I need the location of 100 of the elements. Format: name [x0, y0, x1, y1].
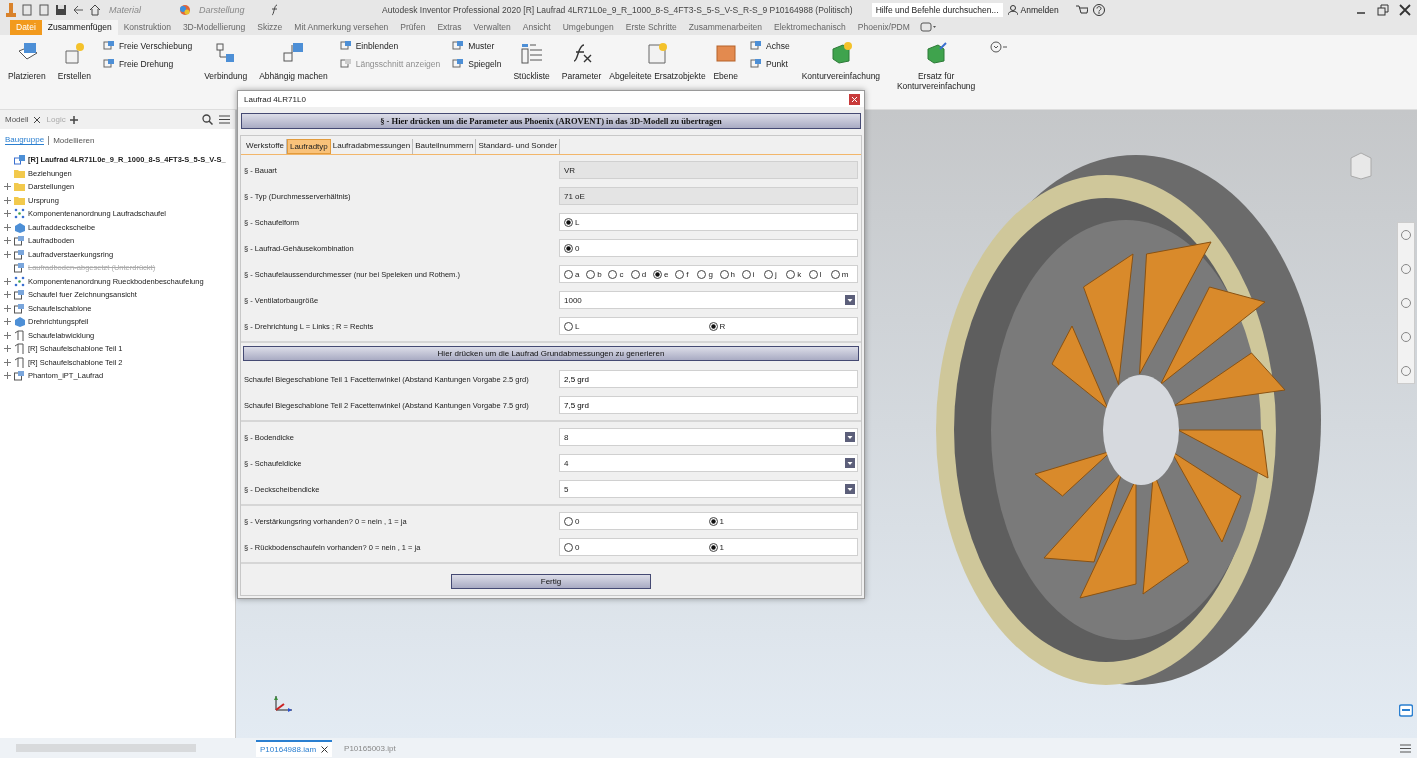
radio-button[interactable]: [564, 542, 573, 552]
ribbon-tab[interactable]: Konstruktion: [117, 20, 177, 35]
ribbon-tab[interactable]: Mit Anmerkung versehen: [288, 20, 395, 35]
radio-button[interactable]: [830, 269, 840, 279]
ribbon-button[interactable]: Spiegeln: [450, 57, 504, 71]
radio-option[interactable]: 0: [564, 516, 709, 526]
expand-icon[interactable]: [4, 277, 11, 285]
radio-option[interactable]: c: [608, 269, 631, 279]
input-field[interactable]: 2,5 grd: [559, 370, 858, 388]
menu-icon[interactable]: [219, 114, 230, 125]
radio-button[interactable]: [708, 542, 718, 552]
home-icon[interactable]: [89, 4, 101, 16]
done-button[interactable]: Fertig: [451, 574, 651, 589]
radio-button[interactable]: [608, 269, 618, 279]
radio-button[interactable]: [708, 516, 718, 526]
search-icon[interactable]: [202, 114, 213, 125]
radio-button[interactable]: [697, 269, 707, 279]
ribbon-button[interactable]: Freie Verschiebung: [100, 39, 195, 53]
ribbon-tab[interactable]: Zusammenfügen: [41, 20, 118, 35]
radio-option[interactable]: f: [675, 269, 698, 279]
ribbon-button[interactable]: Freie Drehung: [100, 57, 195, 71]
ribbon-tab[interactable]: Umgebungen: [556, 20, 620, 35]
help-search-field[interactable]: Hilfe und Befehle durchsuchen...: [871, 3, 1003, 17]
panel-toggle-icon[interactable]: [919, 22, 936, 32]
ribbon-tab[interactable]: Zusammenarbeiten: [682, 20, 768, 35]
ribbon-button[interactable]: Abhängig machen: [257, 39, 330, 83]
ribbon-tab[interactable]: 3D-Modellierung: [176, 20, 252, 35]
ribbon-button[interactable]: Parameter: [559, 39, 604, 83]
dropdown[interactable]: 1000: [559, 291, 858, 309]
radio-option[interactable]: d: [630, 269, 653, 279]
radio-button[interactable]: [630, 269, 640, 279]
expand-icon[interactable]: [4, 237, 11, 245]
mode-link[interactable]: Modellieren: [53, 135, 95, 145]
radio-button[interactable]: [719, 269, 729, 279]
ribbon-button[interactable]: Muster: [450, 39, 504, 53]
radio-button[interactable]: [564, 321, 573, 331]
expand-icon[interactable]: [4, 318, 11, 326]
radio-option[interactable]: m: [830, 269, 853, 279]
dialog-tab[interactable]: Werkstoffe: [244, 139, 287, 154]
radio-button[interactable]: [764, 269, 774, 279]
input-field[interactable]: 7,5 grd: [559, 396, 858, 414]
sign-in-button[interactable]: Anmelden: [1007, 5, 1059, 15]
radio-option[interactable]: a: [564, 269, 587, 279]
expand-icon[interactable]: [4, 183, 11, 191]
expand-icon[interactable]: [4, 196, 11, 204]
close-icon[interactable]: [1399, 4, 1411, 16]
radio-button[interactable]: [708, 321, 718, 331]
radio-option[interactable]: 1: [708, 516, 853, 526]
plus-icon[interactable]: [69, 115, 78, 124]
horizontal-scrollbar[interactable]: [16, 744, 196, 752]
dialog-tab[interactable]: Bauteilnummern: [413, 139, 477, 154]
new-file-icon[interactable]: [21, 4, 33, 16]
menu-icon[interactable]: [1400, 743, 1411, 753]
radio-option[interactable]: e: [652, 269, 676, 279]
radio-option[interactable]: g: [697, 269, 720, 279]
radio-option[interactable]: b: [586, 269, 609, 279]
radio-option[interactable]: R: [708, 321, 853, 331]
more-options-icon[interactable]: [990, 41, 1009, 53]
dropdown[interactable]: 8: [559, 428, 858, 446]
dialog-tab[interactable]: Laufradabmessungen: [330, 139, 414, 154]
ribbon-tab[interactable]: Skizze: [251, 20, 289, 35]
expand-icon[interactable]: [4, 372, 11, 380]
radio-button[interactable]: [652, 269, 662, 279]
radio-button[interactable]: [564, 269, 573, 279]
ribbon-button[interactable]: Punkt: [748, 57, 792, 71]
ribbon-button[interactable]: Platzieren: [6, 39, 48, 83]
radio-option[interactable]: k: [786, 269, 809, 279]
undo-icon[interactable]: [72, 4, 84, 16]
radio-button[interactable]: [564, 243, 573, 253]
restore-icon[interactable]: [1377, 4, 1389, 16]
radio-button[interactable]: [564, 217, 573, 227]
ribbon-button[interactable]: Erstellen: [55, 39, 93, 83]
ribbon-button[interactable]: Abgeleitete Ersatzobjekte: [611, 39, 704, 83]
ribbon-tab[interactable]: Prüfen: [394, 20, 432, 35]
expand-icon[interactable]: [4, 291, 11, 299]
radio-option[interactable]: L: [564, 321, 709, 331]
ribbon-button[interactable]: Verbindung: [202, 39, 250, 83]
generate-button[interactable]: Hier drücken um die Laufrad Grundabmessungen zu generieren: [243, 346, 859, 361]
dialog-tab[interactable]: Laufradtyp: [286, 139, 331, 154]
mode-link[interactable]: Baugruppe: [5, 135, 45, 145]
ribbon-button[interactable]: Ersatz für Konturvereinfachung: [890, 39, 983, 93]
save-icon[interactable]: [55, 4, 67, 16]
ribbon-button[interactable]: Einblenden: [337, 39, 443, 53]
transfer-parameters-button[interactable]: § - Hier drücken um die Parameter aus Phoenix (AROVENT) in das 3D-Modell zu übertragen: [241, 113, 861, 129]
radio-button[interactable]: [741, 269, 751, 279]
expand-icon[interactable]: [4, 331, 11, 339]
expand-icon[interactable]: [4, 304, 11, 312]
radio-option[interactable]: j: [764, 269, 787, 279]
ribbon-tab[interactable]: Ansicht: [516, 20, 557, 35]
ribbon-button[interactable]: Stückliste: [511, 39, 552, 83]
browser-tab[interactable]: Modell: [5, 115, 41, 124]
expand-icon[interactable]: [4, 223, 11, 231]
dialog-tab[interactable]: Standard- und Sonder: [476, 139, 561, 154]
cart-icon[interactable]: [1075, 4, 1088, 16]
dropdown[interactable]: 5: [559, 480, 858, 498]
ribbon-tab[interactable]: Elektromechanisch: [768, 20, 852, 35]
radio-option[interactable]: 0: [564, 542, 709, 552]
radio-option[interactable]: i: [741, 269, 765, 279]
radio-button[interactable]: [586, 269, 596, 279]
expand-icon[interactable]: [4, 250, 11, 258]
